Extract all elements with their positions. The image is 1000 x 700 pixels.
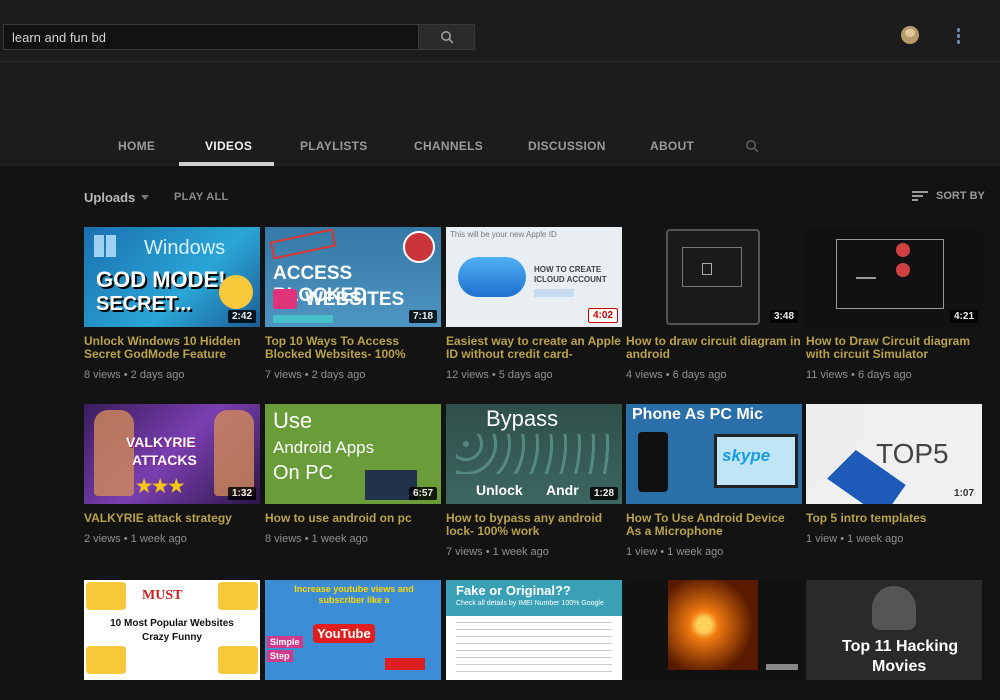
tab-channels[interactable]: CHANNELS	[414, 128, 483, 164]
search-button[interactable]	[418, 25, 474, 49]
tab-discussion[interactable]: DISCUSSION	[528, 128, 606, 164]
sort-icon	[912, 191, 928, 201]
video-meta: 7 views • 2 days ago	[265, 369, 366, 381]
video-meta: 4 views • 6 days ago	[626, 369, 727, 381]
video-thumbnail[interactable]: Increase youtube views and subscriber li…	[265, 580, 441, 680]
video-thumbnail[interactable]: ACCESS BLOCKED WEBSITES 7:18	[265, 227, 441, 327]
uploads-dropdown[interactable]: Uploads	[84, 190, 150, 205]
video-card[interactable]: Fake or Original?? Check all details by …	[446, 580, 622, 680]
video-meta: 1 view • 1 week ago	[806, 533, 904, 545]
video-duration: 4:02	[587, 308, 618, 323]
video-thumbnail[interactable]: MUST 10 Most Popular Websites Crazy Funn…	[84, 580, 260, 680]
search-icon	[440, 31, 454, 44]
video-duration: 1:07	[953, 488, 974, 499]
video-card[interactable]: MUST 10 Most Popular Websites Crazy Funn…	[84, 580, 260, 680]
lock-icon	[273, 289, 297, 309]
video-card[interactable]	[626, 580, 802, 680]
video-meta: 8 views • 1 week ago	[265, 533, 368, 545]
search-box	[3, 24, 475, 50]
video-meta: 12 views • 5 days ago	[446, 369, 553, 381]
video-duration: 1:32	[227, 487, 256, 500]
cloud-icon	[458, 257, 526, 297]
video-title[interactable]: Easiest way to create an Apple ID withou…	[446, 335, 622, 361]
section-title: Uploads	[84, 190, 136, 205]
video-title[interactable]: Unlock Windows 10 Hidden Secret GodMode …	[84, 335, 260, 361]
video-title[interactable]: How to use android on pc	[265, 512, 441, 525]
emoji-icon	[219, 275, 253, 309]
video-meta: 7 views • 1 week ago	[446, 546, 549, 558]
video-card[interactable]: TOP5 1:07 Top 5 intro templates 1 view •…	[806, 404, 982, 545]
video-meta: 11 views • 6 days ago	[806, 369, 912, 381]
video-title[interactable]: Top 10 Ways To Access Blocked Websites- …	[265, 335, 441, 361]
channel-tabs: HOME VIDEOS PLAYLISTS CHANNELS DISCUSSIO…	[0, 128, 1000, 166]
video-meta: 1 view • 1 week ago	[626, 546, 724, 558]
channel-search-icon[interactable]	[745, 139, 759, 153]
video-duration: 7:18	[408, 310, 437, 323]
video-card[interactable]: Bypass Unlock Andr 1:28 How to bypass an…	[446, 404, 622, 558]
video-card[interactable]: Increase youtube views and subscriber li…	[265, 580, 441, 680]
tab-about[interactable]: ABOUT	[650, 128, 694, 164]
video-thumbnail[interactable]: This will be your new Apple ID HOW TO CR…	[446, 227, 622, 327]
video-title[interactable]: How to bypass any android lock- 100% wor…	[446, 512, 622, 538]
video-card[interactable]: 3:48 How to draw circuit diagram in andr…	[626, 227, 802, 381]
video-thumbnail[interactable]: Windows GOD MODE! SECRET... 2:42	[84, 227, 260, 327]
tab-playlists[interactable]: PLAYLISTS	[300, 128, 368, 164]
video-duration: 3:48	[769, 310, 798, 323]
sort-by-label: SORT BY	[936, 190, 985, 202]
video-thumbnail[interactable]: 4:21	[806, 227, 982, 327]
chevron-down-icon	[141, 194, 150, 200]
more-options-icon[interactable]	[950, 26, 966, 46]
video-thumbnail[interactable]: TOP5 1:07	[806, 404, 982, 504]
video-card[interactable]: 4:21 How to Draw Circuit diagram with ci…	[806, 227, 982, 381]
video-card[interactable]: ACCESS BLOCKED WEBSITES 7:18 Top 10 Ways…	[265, 227, 441, 381]
video-thumbnail[interactable]: Fake or Original?? Check all details by …	[446, 580, 622, 680]
video-card[interactable]: Windows GOD MODE! SECRET... 2:42 Unlock …	[84, 227, 260, 381]
video-card[interactable]: Phone As PC Mic skype How To Use Android…	[626, 404, 802, 558]
video-card[interactable]: This will be your new Apple ID HOW TO CR…	[446, 227, 622, 381]
video-card[interactable]: VALKYRIE ATTACKS ★★★ 1:32 VALKYRIE attac…	[84, 404, 260, 545]
video-title[interactable]: How to draw circuit diagram in android	[626, 335, 802, 361]
play-all-button[interactable]: PLAY ALL	[174, 191, 229, 203]
video-title[interactable]: VALKYRIE attack strategy	[84, 512, 260, 525]
search-input[interactable]	[4, 25, 418, 49]
avatar[interactable]	[901, 26, 919, 44]
video-card[interactable]: Use Android Apps On PC 6:57 How to use a…	[265, 404, 441, 545]
video-thumbnail[interactable]	[626, 580, 802, 680]
video-meta: 2 views • 1 week ago	[84, 533, 187, 545]
sort-by-button[interactable]: SORT BY	[912, 190, 985, 202]
video-card[interactable]: Top 11 Hacking Movies	[806, 580, 982, 680]
video-title[interactable]: Top 5 intro templates	[806, 512, 982, 525]
video-duration: 6:57	[408, 487, 437, 500]
video-duration: 4:21	[949, 310, 978, 323]
video-duration: 1:28	[589, 487, 618, 500]
video-title[interactable]: How to Draw Circuit diagram with circuit…	[806, 335, 982, 361]
video-thumbnail[interactable]: VALKYRIE ATTACKS ★★★ 1:32	[84, 404, 260, 504]
video-thumbnail[interactable]: Bypass Unlock Andr 1:28	[446, 404, 622, 504]
tab-videos[interactable]: VIDEOS	[205, 128, 252, 164]
video-thumbnail[interactable]: Top 11 Hacking Movies	[806, 580, 982, 680]
globe-icon	[403, 231, 435, 263]
video-meta: 8 views • 2 days ago	[84, 369, 185, 381]
tab-home[interactable]: HOME	[118, 128, 155, 164]
video-duration: 2:42	[227, 310, 256, 323]
video-title[interactable]: How To Use Android Device As a Microphon…	[626, 512, 802, 538]
video-thumbnail[interactable]: 3:48	[626, 227, 802, 327]
video-thumbnail[interactable]: Phone As PC Mic skype	[626, 404, 802, 504]
video-thumbnail[interactable]: Use Android Apps On PC 6:57	[265, 404, 441, 504]
